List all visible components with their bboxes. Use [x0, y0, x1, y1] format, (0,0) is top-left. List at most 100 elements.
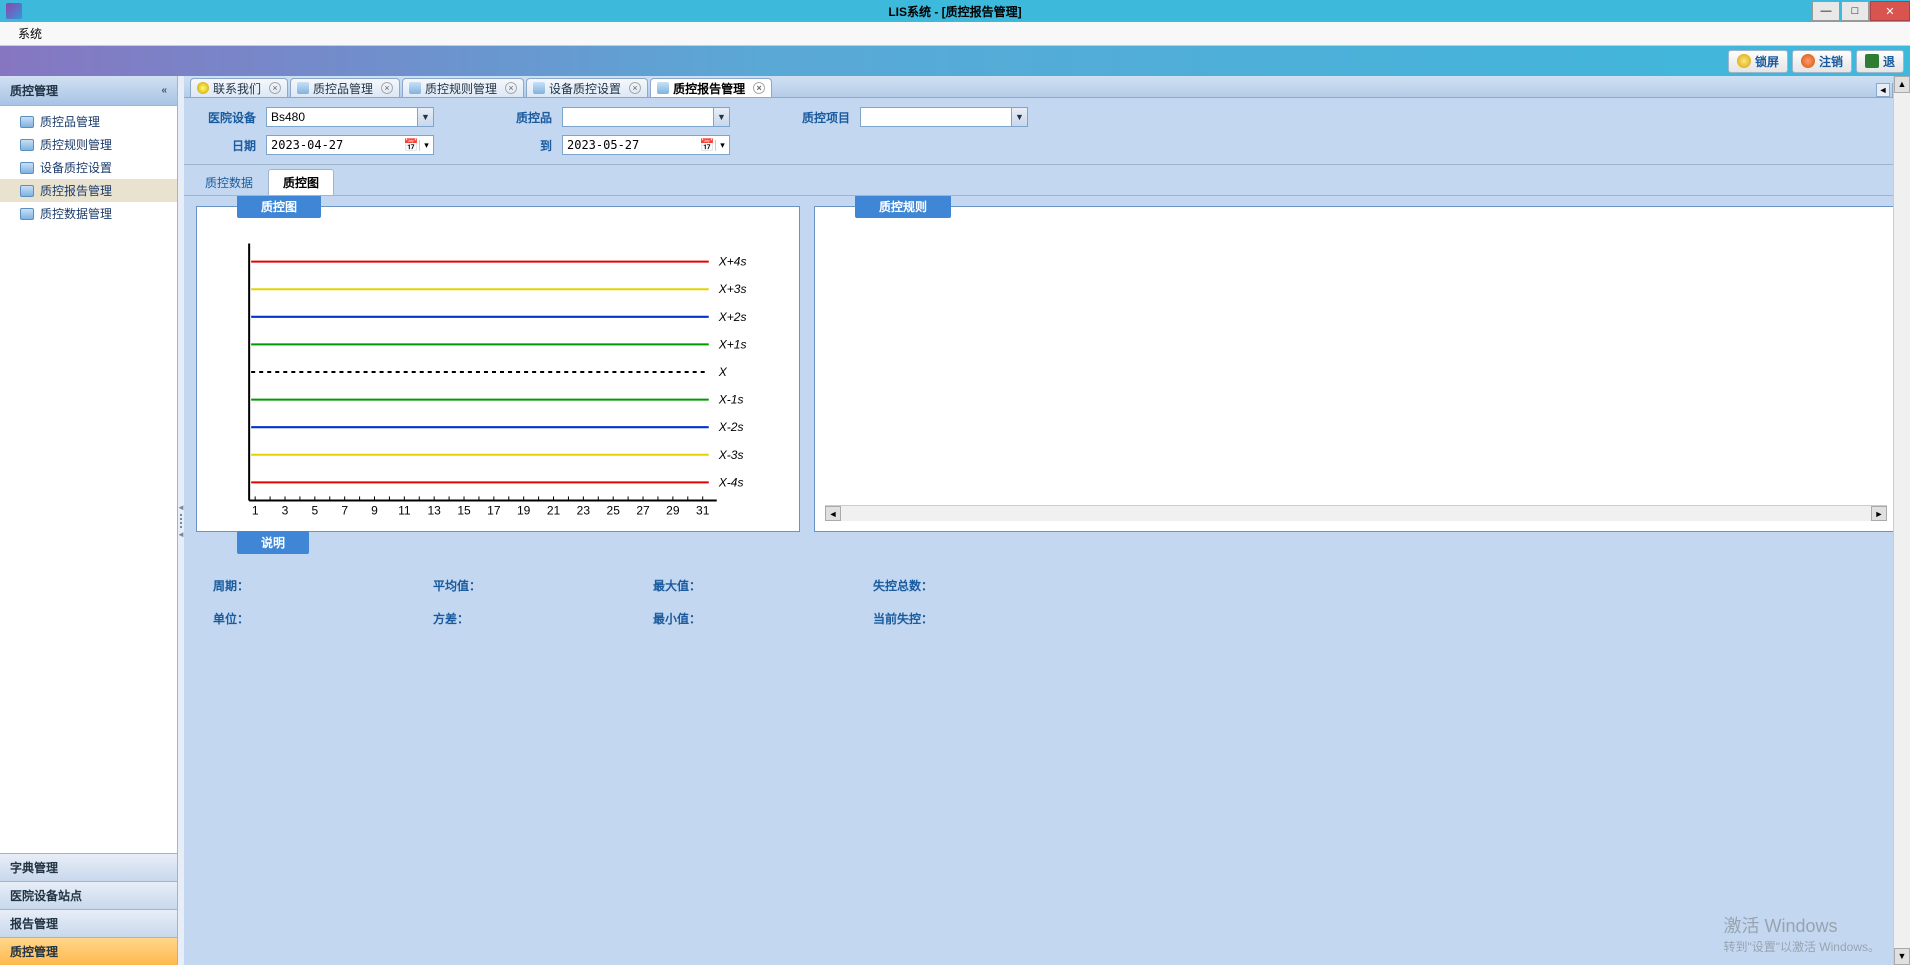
sidebar-item-qc-report[interactable]: 质控报告管理	[0, 179, 177, 202]
sidebar-section-qc[interactable]: 质控管理	[0, 937, 177, 965]
exit-icon	[1865, 54, 1879, 68]
tab-qc-rule[interactable]: 质控规则管理×	[402, 78, 524, 97]
sidebar-item-qc-data[interactable]: 质控数据管理	[0, 202, 177, 225]
sidebar: 质控管理 « 质控品管理 质控规则管理 设备质控设置 质控报告管理 质控数据管理…	[0, 76, 178, 965]
close-icon[interactable]: ×	[269, 82, 281, 94]
date-to-input[interactable]: 2023-05-27📅▾	[562, 135, 730, 155]
sidebar-item-device-qc[interactable]: 设备质控设置	[0, 156, 177, 179]
svg-text:9: 9	[371, 503, 378, 517]
tab-device-qc[interactable]: 设备质控设置×	[526, 78, 648, 97]
info-period: 周期：	[213, 577, 373, 594]
device-combo[interactable]: Bs480▼	[266, 107, 434, 127]
close-icon[interactable]: ×	[753, 82, 765, 94]
folder-icon	[657, 82, 669, 94]
chart-pane: 质控图 X+4sX+3sX+2sX+1sXX-1sX-2sX-3sX-4s135…	[184, 196, 1910, 965]
maximize-button[interactable]: □	[1841, 1, 1869, 21]
calendar-icon[interactable]: 📅	[403, 138, 419, 152]
svg-text:X+4s: X+4s	[718, 255, 747, 269]
menu-system[interactable]: 系统	[8, 21, 52, 46]
chevron-down-icon[interactable]: ▼	[417, 108, 433, 126]
lock-button[interactable]: 锁屏	[1728, 50, 1788, 73]
chevron-down-icon[interactable]: ▾	[419, 140, 433, 151]
svg-text:X-1s: X-1s	[718, 393, 744, 407]
sidebar-tree: 质控品管理 质控规则管理 设备质控设置 质控报告管理 质控数据管理	[0, 106, 177, 853]
svg-text:29: 29	[666, 503, 680, 517]
svg-text:13: 13	[427, 503, 441, 517]
svg-text:27: 27	[636, 503, 650, 517]
minimize-button[interactable]: —	[1812, 1, 1840, 21]
scroll-left-icon[interactable]: ◄	[825, 506, 841, 521]
close-icon[interactable]: ×	[629, 82, 641, 94]
qc-combo[interactable]: ▼	[562, 107, 730, 127]
info-mean: 平均值：	[433, 577, 593, 594]
tab-scroll-left[interactable]: ◄	[1876, 83, 1890, 97]
content-area: 联系我们× 质控品管理× 质控规则管理× 设备质控设置× 质控报告管理× ◄ ►…	[184, 76, 1910, 965]
tab-contact[interactable]: 联系我们×	[190, 78, 288, 97]
info-fail-current: 当前失控：	[873, 610, 1033, 627]
window-title: LIS系统 - [质控报告管理]	[888, 3, 1021, 20]
lock-icon	[1737, 54, 1751, 68]
svg-text:X-4s: X-4s	[718, 475, 744, 489]
tab-qc-report[interactable]: 质控报告管理×	[650, 78, 772, 97]
sidebar-section-dict[interactable]: 字典管理	[0, 853, 177, 881]
info-variance: 方差：	[433, 610, 593, 627]
close-button[interactable]: ✕	[1870, 1, 1910, 21]
svg-text:X-3s: X-3s	[718, 448, 744, 462]
tab-qc-product[interactable]: 质控品管理×	[290, 78, 400, 97]
info-unit: 单位：	[213, 610, 373, 627]
menu-bar: 系统	[0, 22, 1910, 46]
subtab-data[interactable]: 质控数据	[190, 169, 268, 195]
info-max: 最大值：	[653, 577, 813, 594]
chevron-down-icon[interactable]: ▾	[715, 140, 729, 151]
svg-text:19: 19	[517, 503, 531, 517]
toolbar: 锁屏 注销 退	[0, 46, 1910, 76]
svg-text:X-2s: X-2s	[718, 420, 744, 434]
info-fail-total: 失控总数：	[873, 577, 1033, 594]
chevron-left-icon: «	[161, 85, 167, 96]
project-combo[interactable]: ▼	[860, 107, 1028, 127]
chevron-down-icon[interactable]: ▼	[1011, 108, 1027, 126]
sidebar-item-qc-rule[interactable]: 质控规则管理	[0, 133, 177, 156]
svg-text:3: 3	[282, 503, 289, 517]
app-icon	[6, 3, 22, 19]
sub-tabs: 质控数据 质控图	[184, 165, 1910, 196]
sidebar-section-report[interactable]: 报告管理	[0, 909, 177, 937]
svg-text:5: 5	[311, 503, 318, 517]
subtab-chart[interactable]: 质控图	[268, 169, 334, 195]
folder-icon	[20, 116, 34, 128]
chart-groupbox: 质控图 X+4sX+3sX+2sX+1sXX-1sX-2sX-3sX-4s135…	[196, 206, 800, 532]
svg-text:7: 7	[341, 503, 348, 517]
svg-text:25: 25	[607, 503, 621, 517]
date-from-input[interactable]: 2023-04-27📅▾	[266, 135, 434, 155]
scroll-up-icon[interactable]: ▲	[1894, 76, 1910, 93]
svg-text:11: 11	[398, 503, 411, 517]
sidebar-item-qc-product[interactable]: 质控品管理	[0, 110, 177, 133]
info-group-title: 说明	[237, 531, 309, 554]
project-label: 质控项目	[792, 109, 850, 126]
svg-text:15: 15	[457, 503, 471, 517]
svg-text:X+2s: X+2s	[718, 310, 747, 324]
svg-text:1: 1	[252, 503, 259, 517]
sidebar-section-hospital[interactable]: 医院设备站点	[0, 881, 177, 909]
calendar-icon[interactable]: 📅	[699, 138, 715, 152]
close-icon[interactable]: ×	[505, 82, 517, 94]
svg-text:X+1s: X+1s	[718, 337, 747, 351]
document-tabs: 联系我们× 质控品管理× 质控规则管理× 设备质控设置× 质控报告管理× ◄ ►	[184, 76, 1910, 98]
rules-scrollbar[interactable]: ◄ ►	[825, 505, 1887, 521]
sidebar-header[interactable]: 质控管理 «	[0, 76, 177, 106]
exit-button[interactable]: 退	[1856, 50, 1904, 73]
info-min: 最小值：	[653, 610, 813, 627]
right-scrollbar[interactable]: ▲ ▼	[1893, 76, 1910, 965]
logout-button[interactable]: 注销	[1792, 50, 1852, 73]
logout-icon	[1801, 54, 1815, 68]
chevron-down-icon[interactable]: ▼	[713, 108, 729, 126]
scroll-right-icon[interactable]: ►	[1871, 506, 1887, 521]
window-titlebar: LIS系统 - [质控报告管理] — □ ✕	[0, 0, 1910, 22]
rules-groupbox: 质控规则 ◄ ►	[814, 206, 1898, 532]
filter-form: 医院设备 Bs480▼ 质控品 ▼ 质控项目 ▼ 日期 2023-04-27📅▾…	[184, 98, 1910, 165]
info-groupbox: 说明 周期： 平均值： 最大值： 失控总数： 单位： 方差： 最小值： 当前失控…	[196, 542, 1898, 955]
folder-icon	[533, 82, 545, 94]
close-icon[interactable]: ×	[381, 82, 393, 94]
folder-icon	[20, 185, 34, 197]
scroll-down-icon[interactable]: ▼	[1894, 948, 1910, 965]
